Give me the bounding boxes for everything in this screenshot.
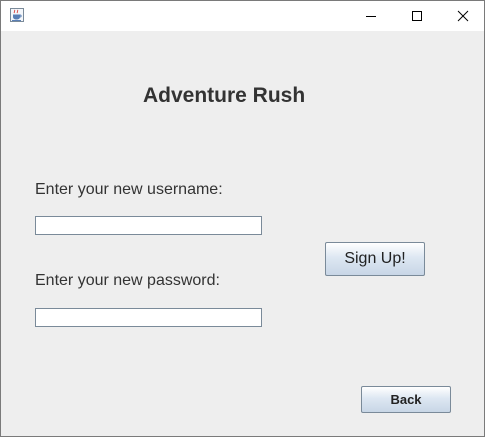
- title-bar[interactable]: [1, 1, 484, 31]
- maximize-icon: [411, 7, 423, 26]
- username-label: Enter your new username:: [35, 181, 223, 198]
- signup-panel: Adventure Rush Enter your new username: …: [1, 31, 484, 436]
- password-field[interactable]: [35, 308, 262, 327]
- password-label: Enter your new password:: [35, 272, 220, 289]
- close-icon: [457, 7, 469, 26]
- back-button[interactable]: Back: [361, 386, 451, 413]
- sign-up-button[interactable]: Sign Up!: [325, 242, 425, 276]
- close-button[interactable]: [440, 1, 484, 31]
- username-field[interactable]: [35, 216, 262, 235]
- page-title: Adventure Rush: [143, 84, 306, 107]
- minimize-icon: [365, 7, 377, 26]
- minimize-button[interactable]: [348, 1, 394, 31]
- java-cup-icon: [9, 7, 25, 23]
- app-window: Adventure Rush Enter your new username: …: [0, 0, 485, 437]
- maximize-button[interactable]: [394, 1, 440, 31]
